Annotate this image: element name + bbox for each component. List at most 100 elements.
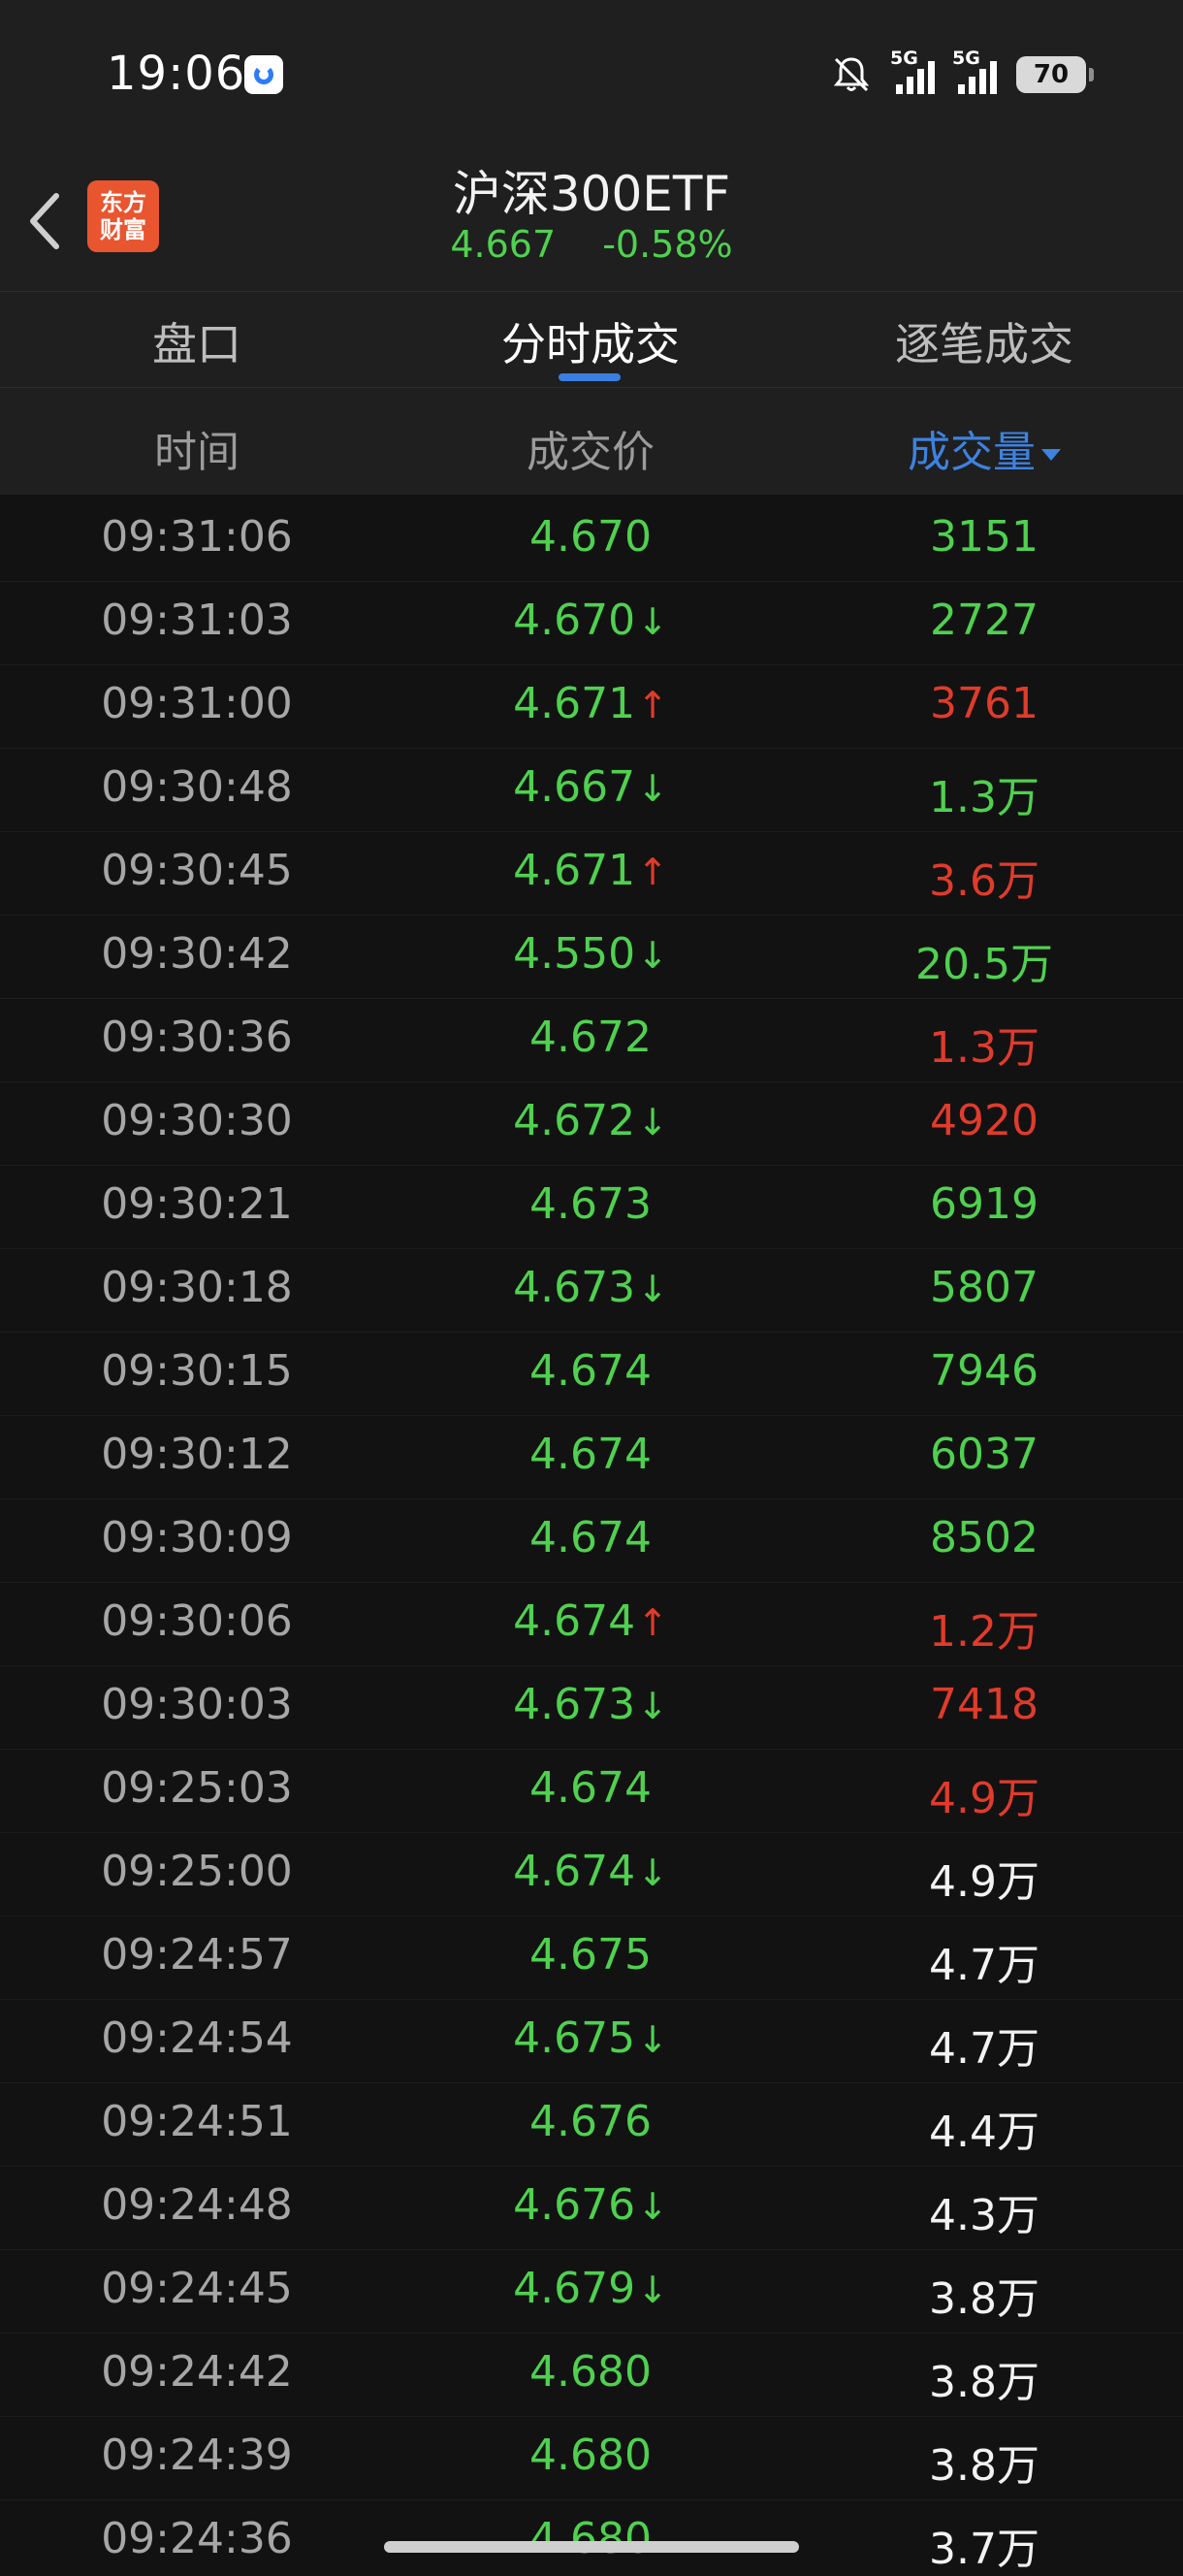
table-row: 09:31:06 4.670 3151 [0, 499, 1183, 582]
trade-time: 09:30:09 [101, 1513, 293, 1562]
trade-time: 09:30:48 [101, 762, 293, 812]
app-header: 东方 财富 沪深300ETF 4.667 -0.58% [0, 155, 1183, 291]
down-arrow-icon: ↓ [637, 767, 668, 810]
tab-time-sales[interactable]: 分时成交 [394, 309, 787, 373]
table-row: 09:24:36 4.680 3.7万 [0, 2500, 1183, 2576]
table-row: 09:24:51 4.676 4.4万 [0, 2083, 1183, 2167]
trade-price: 4.670↓ [394, 596, 787, 645]
tab-bar: 盘口 分时成交 逐笔成交 [0, 291, 1183, 388]
table-row: 09:25:00 4.674↓ 4.9万 [0, 1833, 1183, 1916]
table-row: 09:30:45 4.671↑ 3.6万 [0, 832, 1183, 916]
down-arrow-icon: ↓ [637, 1101, 668, 1143]
trade-price: 4.671↑ [394, 679, 787, 728]
up-arrow-icon: ↑ [637, 851, 668, 893]
trade-price-value: 4.671 [513, 679, 636, 728]
trade-volume: 4.9万 [929, 1857, 1039, 1907]
trade-time: 09:31:06 [101, 512, 293, 562]
trade-list: 09:31:06 4.670 3151 09:31:03 4.670↓ 2727 09:31… [0, 499, 1183, 2576]
table-row: 09:24:48 4.676↓ 4.3万 [0, 2167, 1183, 2250]
trade-price-value: 4.550 [513, 929, 636, 979]
trade-time: 09:24:36 [101, 2514, 293, 2563]
table-row: 09:31:00 4.671↑ 3761 [0, 665, 1183, 749]
app-screen: 19:06 5G 5G 70 东方 财富 沪深300ETF 4.667 -0.5… [0, 0, 1183, 2576]
trade-volume: 3.8万 [929, 2441, 1039, 2491]
trade-time: 09:24:54 [101, 2013, 293, 2063]
up-arrow-icon: ↑ [637, 1601, 668, 1644]
trade-time: 09:30:45 [101, 846, 293, 895]
trade-time: 09:30:42 [101, 929, 293, 979]
trade-time: 09:25:03 [101, 1763, 293, 1813]
bell-muted-icon [830, 53, 873, 96]
trade-price: 4.674 [394, 1513, 787, 1562]
trade-price-value: 4.680 [529, 2431, 652, 2480]
trade-price-value: 4.670 [529, 512, 652, 562]
down-arrow-icon: ↓ [637, 1685, 668, 1727]
trade-time: 09:24:51 [101, 2097, 293, 2146]
stock-change: -0.58% [602, 223, 733, 266]
active-tab-indicator [559, 373, 621, 381]
trade-volume: 4.7万 [929, 2024, 1039, 2074]
table-row: 09:30:03 4.673↓ 7418 [0, 1666, 1183, 1750]
table-row: 09:30:36 4.672 1.3万 [0, 999, 1183, 1082]
down-arrow-icon: ↓ [637, 1268, 668, 1310]
home-indicator[interactable] [384, 2541, 799, 2553]
tab-order-book[interactable]: 盘口 [0, 309, 394, 373]
trade-time: 09:30:21 [101, 1179, 293, 1229]
trade-price: 4.674 [394, 1346, 787, 1396]
trade-price: 4.679↓ [394, 2264, 787, 2313]
sort-caret-icon [1041, 449, 1061, 461]
trade-time: 09:30:18 [101, 1263, 293, 1312]
table-row: 09:30:21 4.673 6919 [0, 1166, 1183, 1249]
trade-volume: 1.2万 [929, 1607, 1039, 1657]
stock-title: 沪深300ETF [452, 166, 731, 222]
table-row: 09:24:45 4.679↓ 3.8万 [0, 2250, 1183, 2334]
trade-price: 4.670 [394, 512, 787, 562]
trade-volume: 3151 [930, 512, 1039, 562]
trade-price: 4.680 [394, 2347, 787, 2397]
trade-price-value: 4.676 [529, 2097, 652, 2146]
trade-price: 4.672↓ [394, 1096, 787, 1145]
down-arrow-icon: ↓ [637, 2269, 668, 2311]
status-bar: 19:06 5G 5G 70 [0, 0, 1183, 155]
down-arrow-icon: ↓ [637, 2185, 668, 2228]
table-row: 09:30:12 4.674 6037 [0, 1416, 1183, 1499]
trade-volume: 3.8万 [929, 2358, 1039, 2407]
column-header-volume[interactable]: 成交量 [787, 417, 1181, 479]
table-row: 09:24:54 4.675↓ 4.7万 [0, 2000, 1183, 2083]
trade-volume: 3.6万 [929, 856, 1039, 906]
trade-volume: 3.8万 [929, 2274, 1039, 2324]
trade-volume: 4.7万 [929, 1941, 1039, 1990]
down-arrow-icon: ↓ [637, 934, 668, 977]
table-row: 09:30:48 4.667↓ 1.3万 [0, 749, 1183, 832]
table-row: 09:31:03 4.670↓ 2727 [0, 582, 1183, 665]
trade-volume: 7946 [930, 1346, 1039, 1396]
trade-price-value: 4.670 [513, 596, 636, 645]
table-row: 09:24:39 4.680 3.8万 [0, 2417, 1183, 2500]
trade-volume: 5807 [930, 1263, 1039, 1312]
trade-price: 4.673↓ [394, 1680, 787, 1729]
trade-time: 09:31:00 [101, 679, 293, 728]
trade-price: 4.667↓ [394, 762, 787, 812]
table-row: 09:30:06 4.674↑ 1.2万 [0, 1583, 1183, 1666]
trade-price: 4.673 [394, 1179, 787, 1229]
notification-app-icon [244, 55, 283, 94]
trade-price-value: 4.673 [513, 1680, 636, 1729]
trade-time: 09:30:30 [101, 1096, 293, 1145]
trade-time: 09:24:42 [101, 2347, 293, 2397]
trade-volume: 4.3万 [929, 2191, 1039, 2240]
trade-time: 09:30:36 [101, 1013, 293, 1062]
trade-price-value: 4.671 [513, 846, 636, 895]
table-row: 09:25:03 4.674 4.9万 [0, 1750, 1183, 1833]
table-row: 09:24:42 4.680 3.8万 [0, 2334, 1183, 2417]
trade-volume: 6037 [930, 1430, 1039, 1479]
trade-volume: 1.3万 [929, 1023, 1039, 1073]
trade-price-value: 4.675 [513, 2013, 636, 2063]
status-time: 19:06 [107, 47, 246, 101]
trade-volume: 3761 [930, 679, 1039, 728]
network-type-label: 5G [890, 48, 918, 69]
trade-volume: 7418 [930, 1680, 1039, 1729]
tab-tick-trades[interactable]: 逐笔成交 [787, 309, 1181, 373]
trade-price-value: 4.667 [513, 762, 636, 812]
down-arrow-icon: ↓ [637, 2018, 668, 2061]
stock-price: 4.667 [450, 223, 557, 266]
